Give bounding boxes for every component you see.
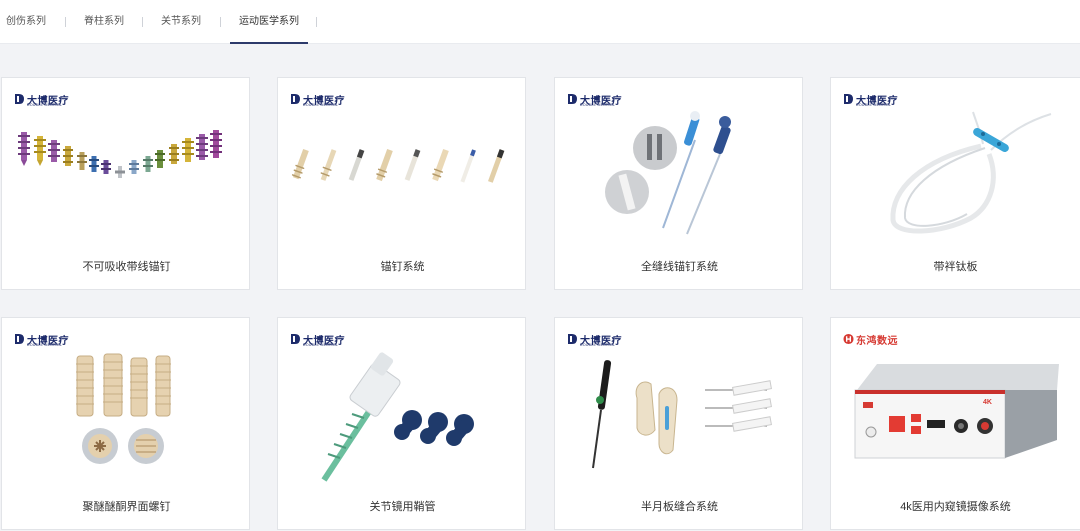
brand-logo: 大博医疗 DOUBLE MEDICAL bbox=[290, 332, 345, 347]
cannula-image bbox=[321, 352, 474, 482]
product-title: 带袢钛板 bbox=[933, 261, 978, 273]
tab-sports-medicine[interactable]: 运动医学系列 bbox=[239, 0, 299, 44]
meniscus-repair-image bbox=[592, 360, 772, 469]
button-plate-image bbox=[890, 111, 1052, 234]
product-card-4k-endoscope-camera[interactable]: 东鸿数远 4K 4k医用内窥镜摄像系统 bbox=[830, 317, 1080, 530]
tab-joint[interactable]: 关节系列 bbox=[161, 0, 201, 44]
brand-logo: 大博医疗 DOUBLE MEDICAL bbox=[843, 92, 898, 107]
product-title: 4k医用内窥镜摄像系统 bbox=[900, 501, 1011, 513]
tab-divider bbox=[316, 17, 317, 27]
product-title: 关节镜用鞘管 bbox=[369, 501, 436, 513]
product-card-peek-interference-screw[interactable]: 大博医疗 DOUBLE MEDICAL 聚醚醚酮界面螺钉 bbox=[1, 317, 250, 530]
tab-trauma[interactable]: 创伤系列 bbox=[6, 0, 46, 44]
product-title: 半月板缝合系统 bbox=[641, 501, 718, 513]
tab-divider bbox=[142, 17, 143, 27]
tab-spine[interactable]: 脊柱系列 bbox=[84, 0, 124, 44]
brand-logo: 大博医疗 DOUBLE MEDICAL bbox=[567, 332, 622, 347]
product-card-meniscus-repair[interactable]: 大博医疗 DOUBLE MEDICAL 半月板缝合系统 bbox=[554, 317, 803, 530]
tab-divider bbox=[65, 17, 66, 27]
brand-logo: 大博医疗 DOUBLE MEDICAL bbox=[567, 92, 622, 107]
product-card-arthroscopic-cannula[interactable]: 大博医疗 DOUBLE MEDICAL 关节镜用鞘管 bbox=[277, 317, 526, 530]
product-title: 聚醚醚酮界面螺钉 bbox=[82, 501, 171, 513]
tab-divider bbox=[220, 17, 221, 27]
product-title: 不可吸收带线锚钉 bbox=[82, 261, 171, 273]
product-card-suture-anchor[interactable]: 大博医疗 DOUBLE MEDICAL 不可吸收带线锚钉 bbox=[1, 77, 250, 290]
anchor-system-image bbox=[291, 148, 505, 183]
brand-logo: 大博医疗 DOUBLE MEDICAL bbox=[14, 332, 69, 347]
category-tab-bar: 创伤系列 脊柱系列 关节系列 运动医学系列 bbox=[0, 0, 1080, 44]
product-card-all-suture-anchor[interactable]: 大博医疗 DOUBLE MEDICAL 全缝线锚钉系统 bbox=[554, 77, 803, 290]
brand-logo-dhsy: 东鸿数远 bbox=[843, 332, 898, 347]
brand-logo: 大博医疗 DOUBLE MEDICAL bbox=[14, 92, 69, 107]
svg-text:4K: 4K bbox=[983, 399, 992, 406]
product-title: 锚钉系统 bbox=[380, 261, 425, 273]
active-tab-indicator bbox=[230, 42, 308, 44]
suture-anchor-image bbox=[18, 130, 222, 178]
all-suture-anchor-image bbox=[605, 111, 731, 235]
product-card-anchor-system[interactable]: 大博医疗 DOUBLE MEDICAL 锚钉系统 bbox=[277, 77, 526, 290]
brand-logo: 大博医疗 DOUBLE MEDICAL bbox=[290, 92, 345, 107]
endoscope-camera-image: 4K bbox=[854, 364, 1059, 459]
interference-screw-image bbox=[76, 353, 171, 464]
product-title: 全缝线锚钉系统 bbox=[641, 261, 718, 273]
product-card-button-plate[interactable]: 大博医疗 DOUBLE MEDICAL 带袢钛板 bbox=[830, 77, 1080, 290]
